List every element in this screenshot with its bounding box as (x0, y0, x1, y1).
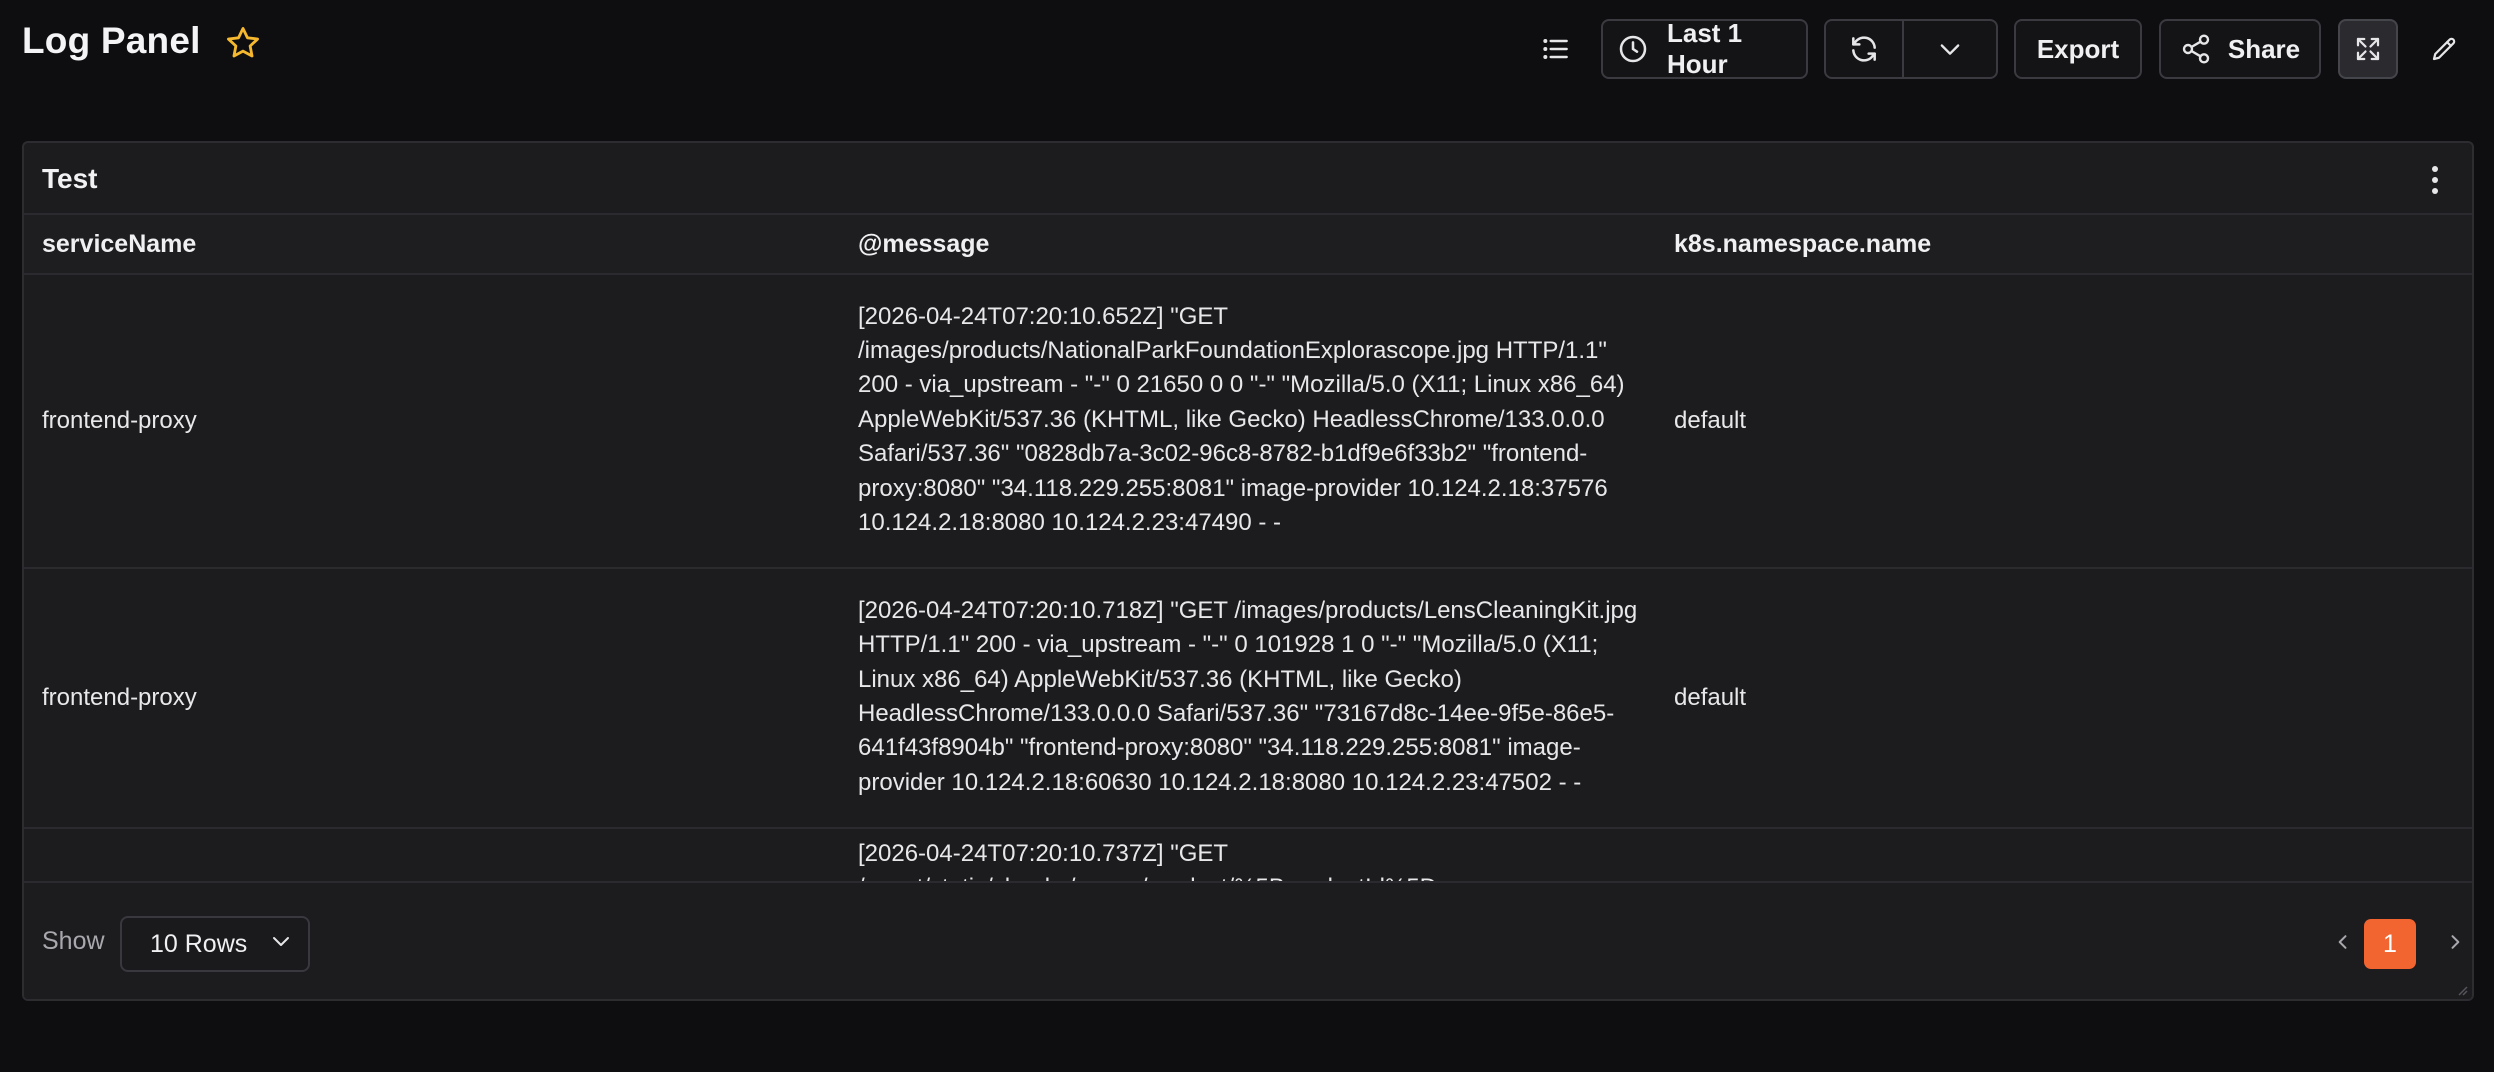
cell-message: [2026-04-24T07:20:10.737Z] "GET /_next/s… (858, 840, 1437, 885)
cell-servicename: frontend-proxy (42, 406, 197, 434)
panel-header: Test (24, 143, 2472, 215)
refresh-icon (1848, 33, 1880, 65)
cell-message: [2026-04-24T07:20:10.718Z] "GET /images/… (858, 596, 1638, 796)
table-footer: Show 10 Rows 1 (24, 881, 2472, 999)
rows-per-page-value: 10 Rows (150, 929, 248, 958)
table-header: serviceName @message k8s.namespace.name (24, 215, 2472, 275)
log-panel: Test serviceName @message k8s.namespace.… (22, 141, 2474, 1001)
log-table: serviceName @message k8s.namespace.name … (24, 215, 2472, 885)
time-range-button[interactable]: Last 1 Hour (1601, 18, 1808, 79)
resize-handle-icon[interactable] (2456, 983, 2468, 996)
show-label: Show (42, 927, 105, 955)
more-options-icon[interactable] (2418, 161, 2452, 199)
edit-icon[interactable] (2424, 29, 2464, 69)
chevron-down-icon (1936, 35, 1964, 63)
refresh-button[interactable] (1824, 19, 1904, 79)
top-bar: Log Panel Last 1 Hour Export Share (0, 0, 2494, 100)
list-icon[interactable] (1536, 29, 1576, 69)
fullscreen-icon (2353, 34, 2383, 64)
page-number-button[interactable]: 1 (2364, 919, 2416, 969)
previous-page-icon[interactable] (2330, 929, 2356, 955)
share-label: Share (2227, 33, 2301, 64)
chevron-down-icon (269, 929, 293, 960)
fullscreen-button[interactable] (2338, 19, 2398, 79)
cell-namespace: default (1674, 683, 1747, 711)
refresh-interval-dropdown[interactable] (1902, 19, 1998, 79)
cell-servicename: frontend-proxy (42, 683, 197, 711)
table-row[interactable]: frontend-proxy [2026-04-24T07:20:10.652Z… (24, 275, 2472, 569)
share-button[interactable]: Share (2159, 19, 2321, 79)
cell-namespace: default (1674, 406, 1747, 434)
column-header-namespace[interactable]: k8s.namespace.name (1656, 230, 2472, 259)
clock-icon (1617, 33, 1649, 65)
next-page-icon[interactable] (2442, 929, 2468, 955)
star-icon[interactable] (224, 24, 262, 62)
time-range-label: Last 1 Hour (1667, 18, 1743, 79)
share-icon (2180, 33, 2212, 65)
table-row[interactable]: [2026-04-24T07:20:10.737Z] "GET /_next/s… (24, 829, 2472, 885)
table-row[interactable]: frontend-proxy [2026-04-24T07:20:10.718Z… (24, 569, 2472, 829)
column-header-message[interactable]: @message (840, 230, 1656, 259)
page-title: Log Panel (22, 20, 201, 61)
export-label: Export (2036, 33, 2120, 64)
panel-title: Test (42, 163, 98, 194)
column-header-servicename[interactable]: serviceName (24, 230, 840, 259)
rows-per-page-select[interactable]: 10 Rows (120, 916, 310, 972)
cell-message: [2026-04-24T07:20:10.652Z] "GET /images/… (858, 302, 1625, 537)
export-button[interactable]: Export (2014, 19, 2142, 79)
